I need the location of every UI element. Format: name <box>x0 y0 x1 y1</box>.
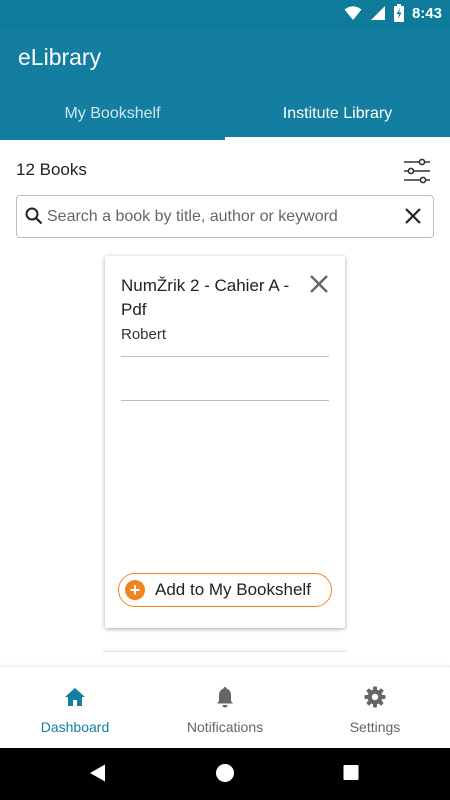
home-button-icon[interactable] <box>215 762 235 784</box>
bell-icon <box>217 687 233 708</box>
book-card[interactable]: NumŽrik 2 - Cahier A - Pdf Robert + Add … <box>105 256 345 628</box>
nav-dashboard[interactable]: Dashboard <box>0 667 150 748</box>
book-count: 12 Books <box>16 160 87 179</box>
app-bar: eLibrary My Bookshelf Institute Library <box>0 28 450 140</box>
home-icon <box>65 688 85 706</box>
next-card-edge <box>103 651 347 657</box>
signal-icon <box>370 6 385 20</box>
tab-institute-library[interactable]: Institute Library <box>225 96 450 140</box>
nav-settings[interactable]: Settings <box>300 667 450 748</box>
filter-icon[interactable] <box>402 158 432 184</box>
plus-circle-icon: + <box>125 580 145 600</box>
search-input[interactable] <box>47 202 397 232</box>
back-icon[interactable] <box>88 762 108 784</box>
gear-icon <box>364 686 386 708</box>
close-icon[interactable] <box>309 274 329 294</box>
wifi-icon <box>344 6 362 20</box>
nav-dashboard-label: Dashboard <box>40 719 110 735</box>
tab-bar: My Bookshelf Institute Library <box>0 96 450 140</box>
divider <box>121 356 329 357</box>
recents-icon[interactable] <box>342 762 360 784</box>
status-time: 8:43 <box>411 4 442 22</box>
search-box <box>16 195 434 238</box>
clear-search-icon[interactable] <box>403 206 423 226</box>
add-to-bookshelf-label: Add to My Bookshelf <box>155 580 311 599</box>
add-to-bookshelf-button[interactable]: + Add to My Bookshelf <box>118 573 332 607</box>
battery-charging-icon <box>393 4 404 22</box>
nav-notifications-label: Notifications <box>186 719 264 735</box>
search-icon <box>25 207 43 225</box>
bottom-nav: Dashboard Notifications Settings <box>0 666 450 748</box>
system-nav-bar <box>0 748 450 800</box>
app-title: eLibrary <box>18 44 102 70</box>
status-bar: 8:43 <box>0 0 450 28</box>
book-author: Robert <box>121 326 167 343</box>
tab-my-bookshelf[interactable]: My Bookshelf <box>0 96 225 140</box>
status-icons: 8:43 <box>344 4 442 22</box>
nav-settings-label: Settings <box>349 719 401 735</box>
nav-notifications[interactable]: Notifications <box>150 667 300 748</box>
book-title: NumŽrik 2 - Cahier A - Pdf <box>121 276 290 319</box>
divider <box>121 400 329 401</box>
